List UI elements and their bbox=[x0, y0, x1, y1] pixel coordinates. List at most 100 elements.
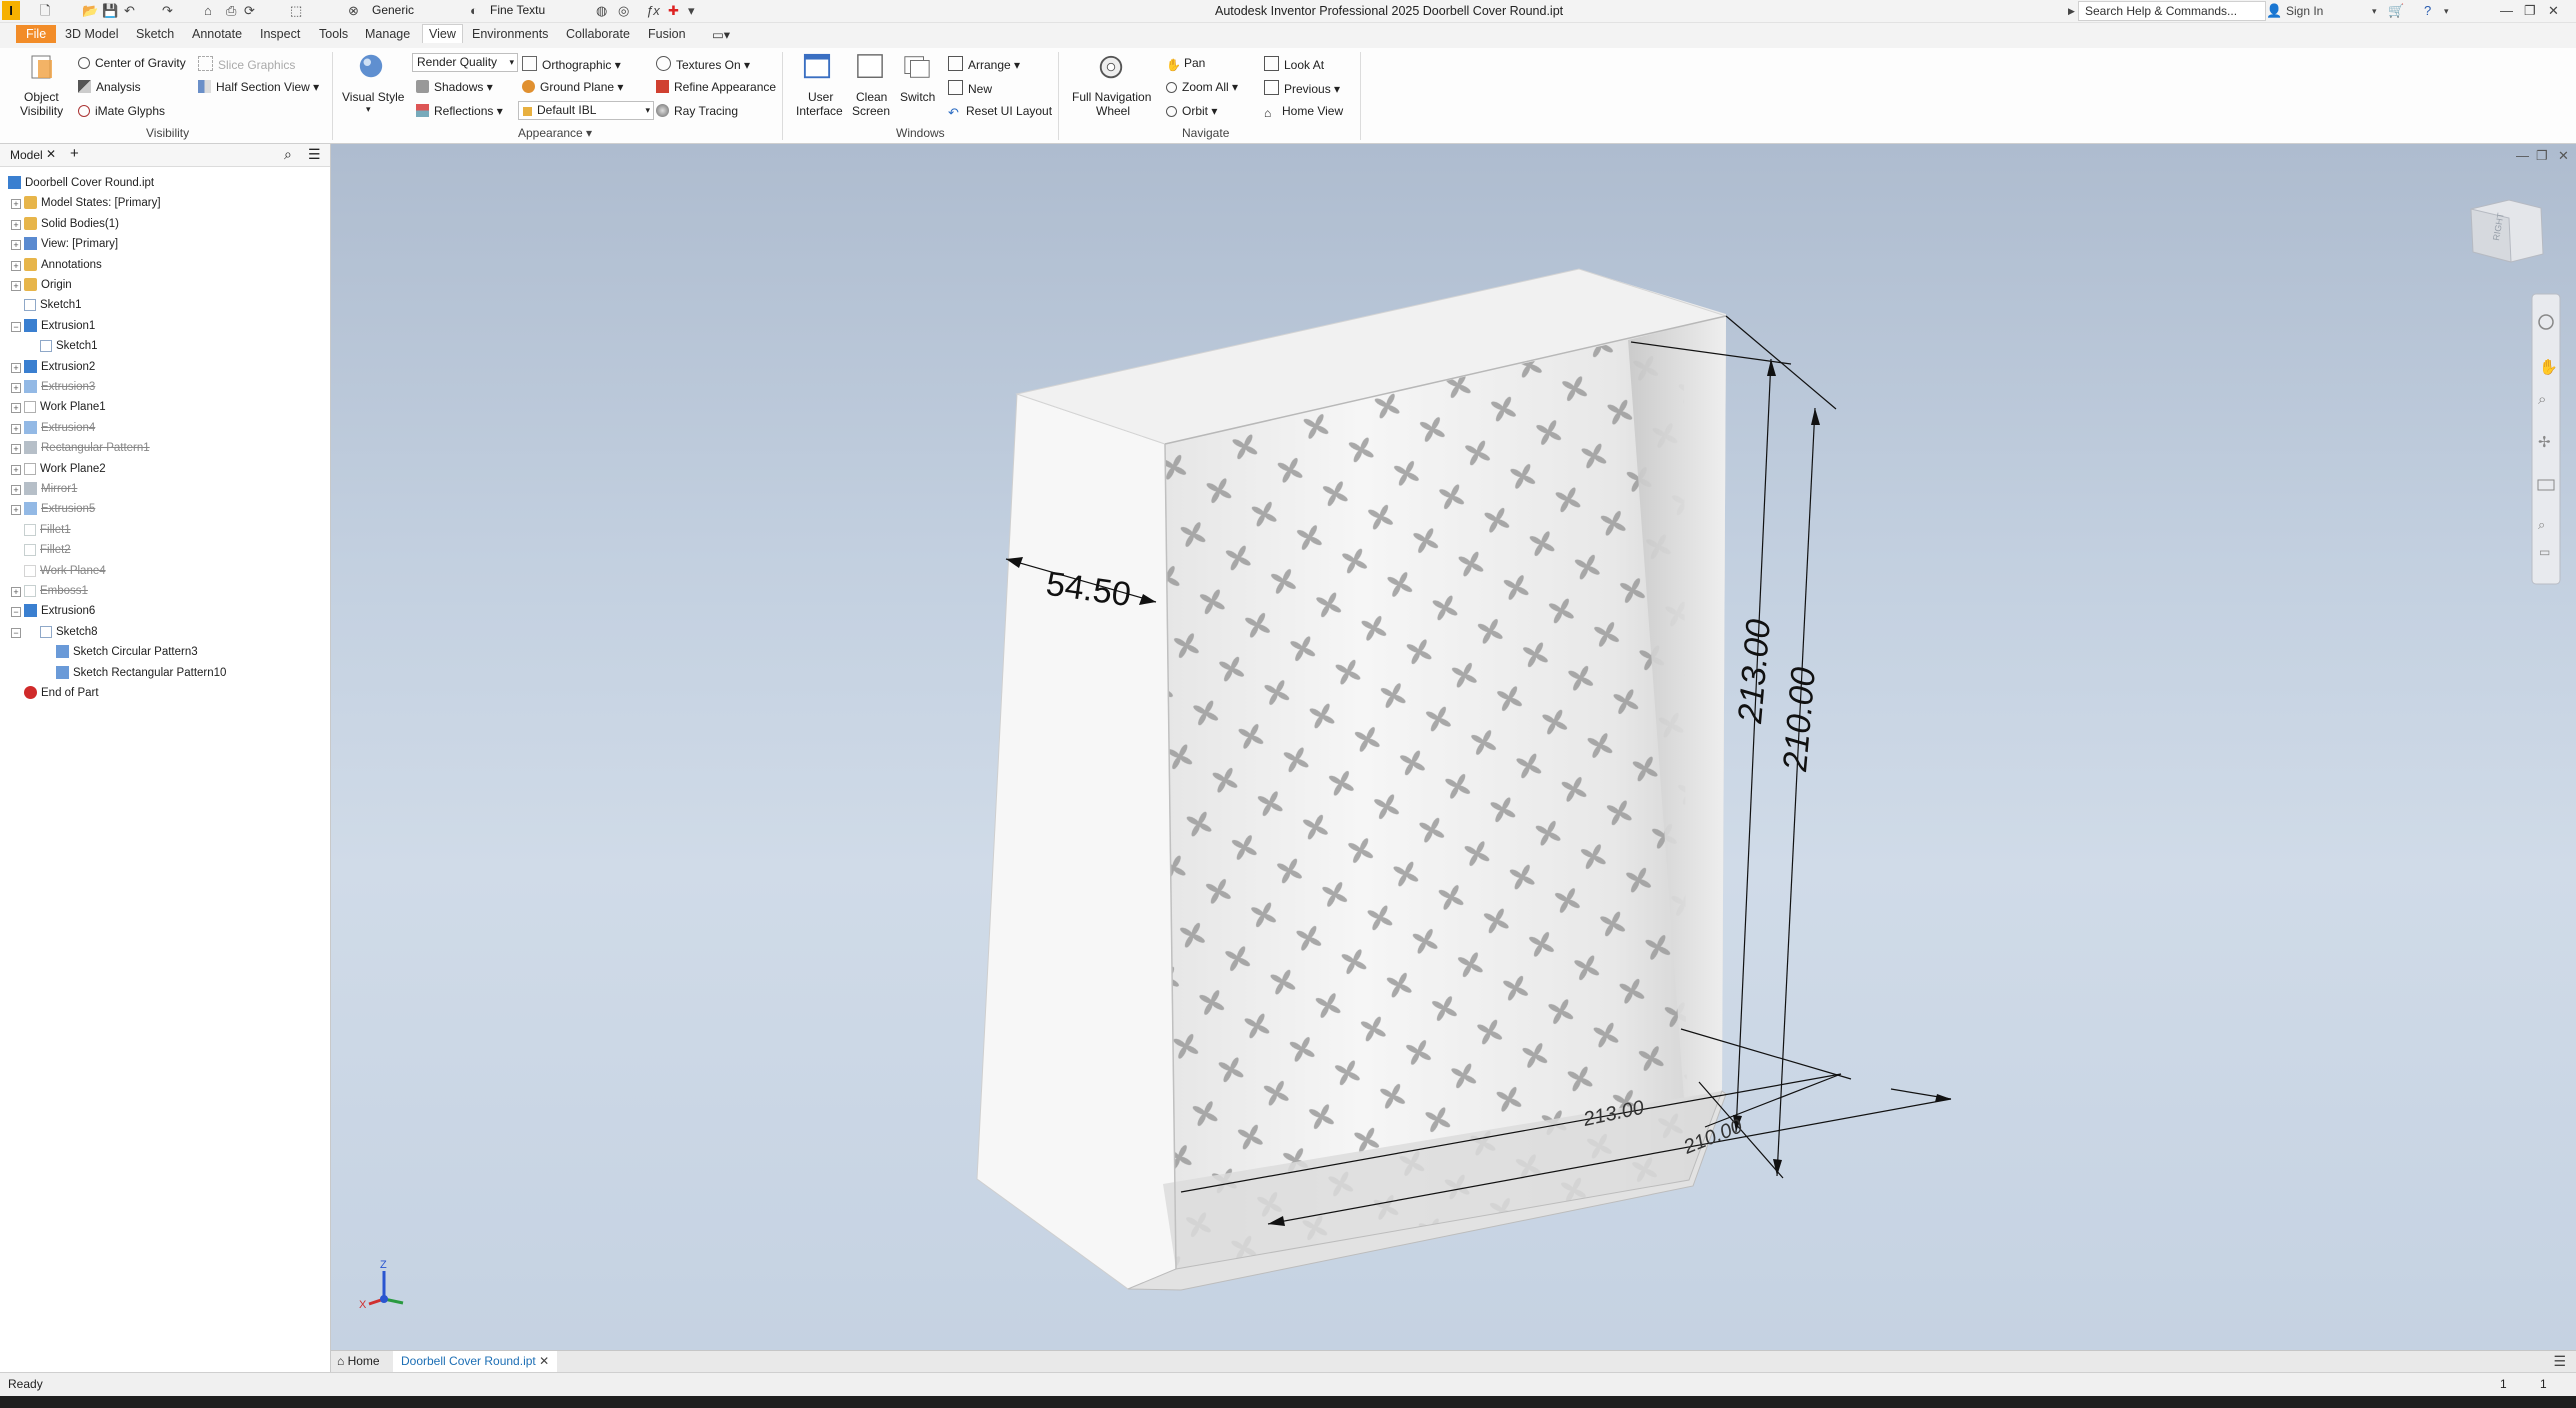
minimize-icon[interactable]: — bbox=[2500, 3, 2513, 19]
navigation-bar[interactable]: ✋ ⌕ ✢ ⌕ ▭ bbox=[2531, 293, 2561, 585]
pan-button[interactable]: ✋ Pan bbox=[1166, 56, 1205, 72]
imate-glyphs-button[interactable]: iMate Glyphs bbox=[78, 104, 165, 118]
full-navigation-wheel-label-2[interactable]: Wheel bbox=[1096, 104, 1130, 118]
material-combo[interactable]: Generic bbox=[372, 2, 414, 18]
browser-node[interactable]: + Extrusion3 bbox=[11, 378, 95, 397]
reset-ui-layout-button[interactable]: ↶ Reset UI Layout bbox=[948, 104, 1052, 119]
browser-node[interactable]: Sketch Circular Pattern3 bbox=[56, 643, 198, 662]
collapse-icon[interactable]: − bbox=[11, 627, 21, 638]
expand-icon[interactable]: + bbox=[11, 281, 21, 291]
ibl-combo[interactable]: Default IBL ▾ bbox=[518, 101, 654, 120]
new-window-button[interactable]: New bbox=[948, 80, 992, 96]
menu-icon[interactable]: ☰ bbox=[308, 146, 321, 163]
zoom-all-button[interactable]: Zoom All ▾ bbox=[1166, 80, 1238, 94]
update-icon[interactable]: ⟳ bbox=[244, 3, 255, 19]
search-expand-icon[interactable]: ▶ bbox=[2068, 3, 2075, 19]
browser-node[interactable]: + Work Plane2 bbox=[11, 460, 106, 479]
viewport-close-icon[interactable]: ✕ bbox=[2558, 148, 2569, 163]
browser-node[interactable]: Sketch1 bbox=[40, 337, 98, 356]
browser-node[interactable]: Work Plane4 bbox=[24, 562, 106, 581]
browser-node[interactable]: + Rectangular Pattern1 bbox=[11, 439, 150, 458]
browser-node[interactable]: + Mirror1 bbox=[11, 480, 77, 499]
user-interface-label-2[interactable]: Interface bbox=[796, 104, 843, 118]
browser-node[interactable]: Fillet1 bbox=[24, 521, 71, 540]
help-icon[interactable]: ? bbox=[2424, 3, 2431, 19]
browser-node[interactable]: + Origin bbox=[11, 276, 72, 295]
appearance-panel-title[interactable]: Appearance ▾ bbox=[518, 126, 592, 140]
browser-node[interactable]: + Extrusion4 bbox=[11, 419, 95, 438]
arrange-button[interactable]: Arrange ▾ bbox=[948, 56, 1020, 72]
tab-3d-model[interactable]: 3D Model bbox=[65, 27, 119, 41]
half-section-view-button[interactable]: Half Section View ▾ bbox=[198, 80, 319, 94]
tab-inspect[interactable]: Inspect bbox=[260, 27, 300, 41]
tab-collaborate[interactable]: Collaborate bbox=[566, 27, 630, 41]
home-icon[interactable]: ⌂ bbox=[204, 3, 212, 19]
browser-node[interactable]: + Solid Bodies(1) bbox=[11, 215, 119, 234]
browser-node[interactable]: Fillet2 bbox=[24, 541, 71, 560]
undo-icon[interactable]: ↶ bbox=[124, 3, 135, 19]
shadows-button[interactable]: Shadows ▾ bbox=[416, 80, 493, 94]
sign-in-dropdown-icon[interactable]: ▾ bbox=[2372, 3, 2377, 19]
expand-icon[interactable]: + bbox=[11, 505, 21, 516]
viewport-restore-icon[interactable]: ❐ bbox=[2536, 148, 2548, 163]
doorbell-cover-model[interactable] bbox=[976, 268, 1728, 1291]
browser-node[interactable]: + Extrusion5 bbox=[11, 500, 95, 519]
expand-icon[interactable]: + bbox=[11, 219, 21, 230]
browser-node[interactable]: Doorbell Cover Round.ipt bbox=[8, 174, 154, 193]
new-file-icon[interactable]: 🗋 bbox=[40, 3, 50, 19]
inventor-logo-icon[interactable]: I bbox=[2, 1, 20, 20]
parameters-icon[interactable]: ƒx bbox=[646, 3, 660, 19]
slice-graphics-button[interactable]: Slice Graphics bbox=[198, 56, 295, 72]
object-visibility-label-1[interactable]: Object bbox=[24, 90, 59, 104]
browser-node[interactable]: + Work Plane1 bbox=[11, 398, 106, 417]
render-quality-combo[interactable]: Render Quality ▾ bbox=[412, 53, 518, 72]
collapse-icon[interactable]: − bbox=[11, 607, 21, 618]
look-at-button[interactable]: Look At bbox=[1264, 56, 1324, 72]
print-icon[interactable]: ⎙ bbox=[226, 3, 236, 19]
browser-tab-model[interactable]: Model bbox=[10, 148, 43, 162]
tab-annotate[interactable]: Annotate bbox=[192, 27, 242, 41]
clean-screen-label-1[interactable]: Clean bbox=[856, 90, 887, 104]
textures-on-button[interactable]: Textures On ▾ bbox=[656, 56, 750, 72]
expand-icon[interactable]: + bbox=[11, 485, 21, 495]
expand-icon[interactable]: + bbox=[11, 383, 21, 393]
add-icon[interactable]: ✚ bbox=[668, 3, 679, 19]
home-view-button[interactable]: ⌂ Home View bbox=[1264, 104, 1343, 120]
ground-plane-button[interactable]: Ground Plane ▾ bbox=[522, 80, 623, 94]
browser-node[interactable]: + Model States: [Primary] bbox=[11, 194, 161, 213]
previous-view-button[interactable]: Previous ▾ bbox=[1264, 80, 1340, 96]
add-browser-tab-icon[interactable]: + bbox=[70, 145, 79, 162]
browser-node[interactable]: + Emboss1 bbox=[11, 582, 88, 601]
viewcube[interactable]: RIGHT bbox=[2470, 199, 2544, 263]
expand-icon[interactable]: + bbox=[11, 464, 21, 475]
ray-tracing-button[interactable]: Ray Tracing bbox=[656, 104, 738, 118]
dimension-height-inner[interactable]: 210.00 bbox=[1776, 666, 1823, 774]
browser-node[interactable]: Sketch Rectangular Pattern10 bbox=[56, 664, 226, 683]
tab-sketch[interactable]: Sketch bbox=[136, 27, 174, 41]
expand-icon[interactable]: + bbox=[11, 403, 21, 414]
collapse-icon[interactable]: − bbox=[11, 321, 21, 332]
expand-icon[interactable]: + bbox=[11, 240, 21, 251]
browser-node[interactable]: + View: [Primary] bbox=[11, 235, 118, 254]
reflections-button[interactable]: Reflections ▾ bbox=[416, 104, 503, 118]
analysis-button[interactable]: Analysis bbox=[78, 80, 141, 94]
tab-manage[interactable]: Manage bbox=[365, 27, 410, 41]
save-icon[interactable]: 💾 bbox=[102, 3, 118, 19]
dimension-height-outer[interactable]: 213.00 bbox=[1731, 618, 1778, 726]
model-canvas[interactable]: 54.50 213.00 210.00 213.00 210.00 Z X RI… bbox=[331, 144, 2576, 1350]
help-dropdown-icon[interactable]: ▾ bbox=[2444, 3, 2449, 19]
sign-in-link[interactable]: Sign In bbox=[2286, 3, 2323, 19]
expand-icon[interactable]: + bbox=[11, 444, 21, 455]
orthographic-button[interactable]: Orthographic ▾ bbox=[522, 56, 621, 72]
object-visibility-label-2[interactable]: Visibility bbox=[20, 104, 63, 118]
clear-icon[interactable]: ◎ bbox=[618, 3, 629, 19]
visual-style-button[interactable]: Visual Style bbox=[342, 90, 404, 104]
appearance-combo[interactable]: Fine Textu bbox=[490, 2, 578, 18]
tab-file[interactable]: File bbox=[16, 25, 57, 43]
browser-node[interactable]: − Sketch8 bbox=[11, 623, 98, 642]
close-document-icon[interactable]: ✕ bbox=[539, 1354, 549, 1368]
search-icon[interactable]: ⌕ bbox=[284, 146, 292, 163]
browser-node[interactable]: + Annotations bbox=[11, 256, 102, 275]
switch-button[interactable]: Switch bbox=[900, 90, 935, 104]
browser-node[interactable]: − Extrusion6 bbox=[11, 602, 95, 621]
